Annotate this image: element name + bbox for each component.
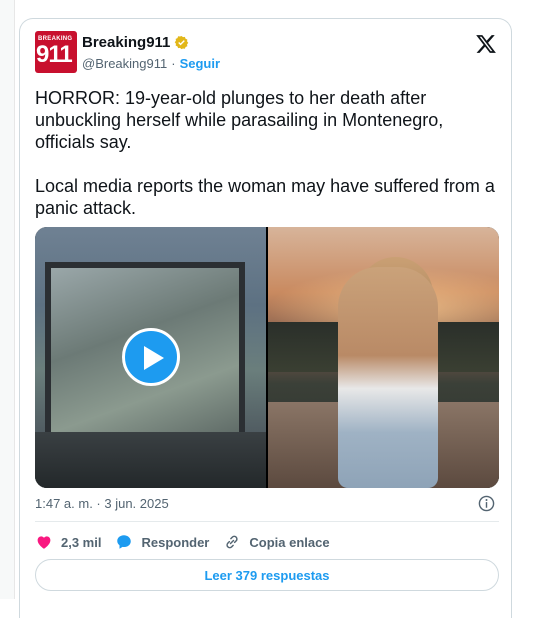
reply-action[interactable]: Responder [115,533,209,551]
copy-link-action[interactable]: Copia enlace [223,533,330,551]
heart-icon [37,536,51,549]
avatar-big-text: 911 [36,41,73,68]
name-row: Breaking911 [82,34,189,51]
play-button[interactable] [122,328,180,386]
likes-count: 2,3 mil [61,534,102,550]
tweet-timestamp[interactable]: 1:47 a. m. · 3 jun. 2025 [35,496,169,511]
account-handle[interactable]: @Breaking911 [82,56,167,71]
verified-badge-icon [174,35,189,50]
tweet-header: BREAKING 911 Breaking911 @Breaking911 · … [35,31,499,75]
avatar[interactable]: BREAKING 911 [35,31,77,73]
tweet-actions: 2,3 mil Responder Copia enlace [35,531,330,553]
left-page-rail [0,0,15,599]
follow-button[interactable]: Seguir [180,56,220,71]
video-keyboard-image [35,432,266,488]
separator-dot: · [171,56,176,71]
info-icon[interactable] [478,495,495,512]
handle-row: @Breaking911 · Seguir [82,56,220,71]
embedded-tweet-card: BREAKING 911 Breaking911 @Breaking911 · … [19,18,512,618]
tweet-media[interactable] [35,227,499,488]
like-action[interactable]: 2,3 mil [35,533,101,551]
tweet-text: HORROR: 19-year-old plunges to her death… [35,88,495,218]
copy-link-label: Copia enlace [249,534,330,550]
x-logo-icon[interactable] [475,33,497,55]
play-icon [144,346,164,370]
account-name[interactable]: Breaking911 [82,34,170,51]
reply-label: Responder [141,534,210,550]
reply-bubble-icon [117,535,132,549]
photo-thumbnail[interactable] [268,227,499,488]
video-thumbnail[interactable] [35,227,266,488]
divider [35,521,499,522]
read-replies-button[interactable]: Leer 379 respuestas [35,559,499,591]
person-figure [338,267,438,488]
link-icon [226,535,239,549]
